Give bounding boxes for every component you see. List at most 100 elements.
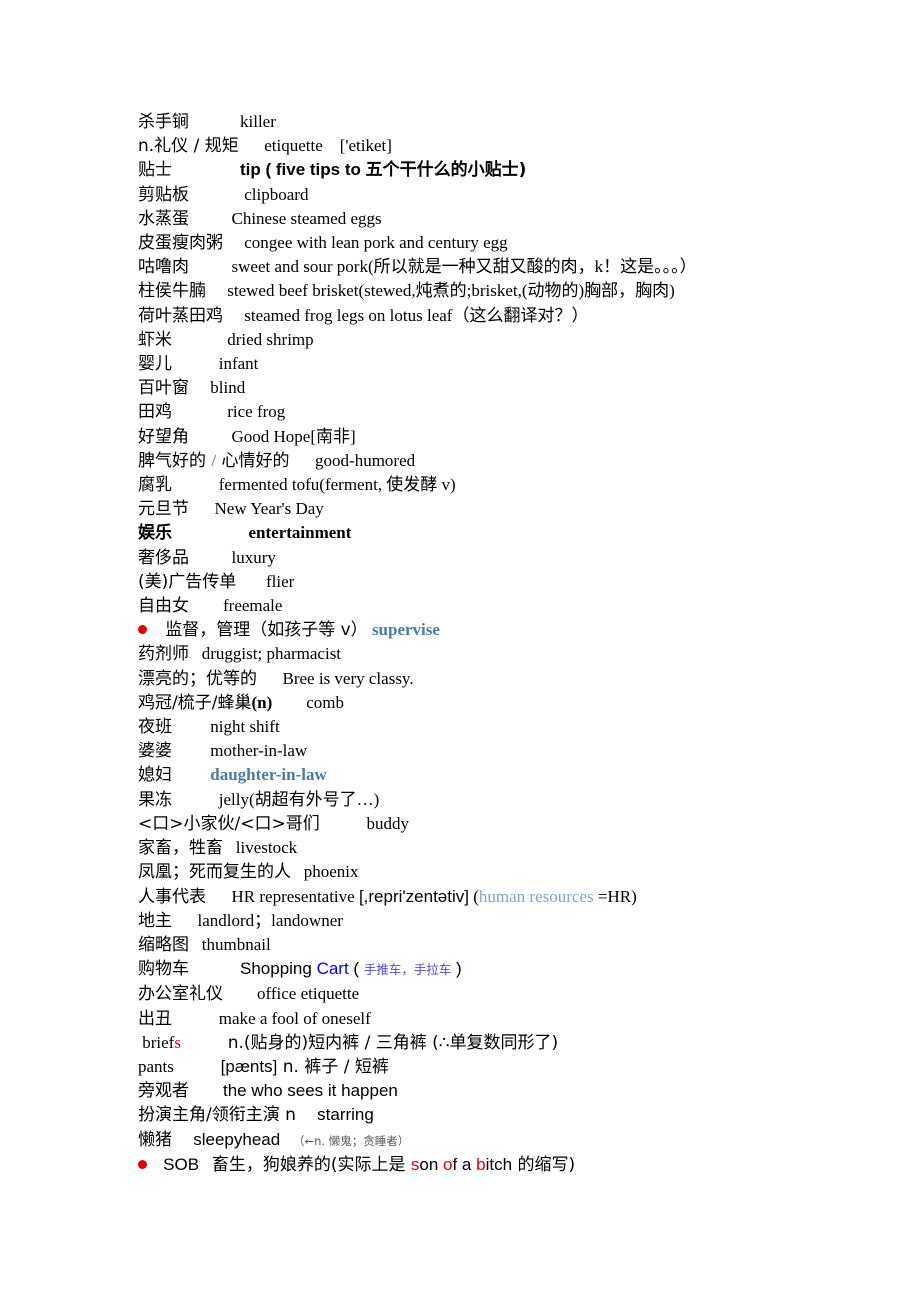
definition-en: stewed beef brisket(stewed,炖煮的;brisket,(… — [227, 281, 675, 301]
definition-en: make a fool of oneself — [218, 1008, 371, 1028]
entry-line: 贴士 tip ( five tips to 五个干什么的小贴士) — [138, 158, 920, 182]
definition-en: dried shrimp — [227, 329, 314, 349]
entry-line: 鸡冠/梳子/蜂巢(n) comb — [138, 691, 920, 715]
entry-line: 水蒸蛋 Chinese steamed eggs — [138, 207, 920, 231]
term-cn: 田鸡 — [138, 402, 172, 423]
note-expansion: human resources — [478, 886, 594, 906]
acronym-rest: f a — [452, 1154, 477, 1174]
term-cn: 鸡冠/梳子/蜂巢 — [138, 692, 252, 713]
acronym-rest: itch — [485, 1154, 513, 1174]
definition-en: supervise — [371, 620, 440, 640]
term-cn: 好望角 — [138, 426, 189, 447]
definition-note-cn: （←n. 懒鬼；贪睡者） — [292, 1133, 410, 1148]
term-cn: 懒猪 — [138, 1129, 172, 1150]
definition-en: tip ( five tips to — [240, 160, 366, 180]
term-cn: 婴儿 — [138, 354, 172, 375]
definition-en: landlord；landowner — [197, 910, 343, 930]
definition-en: etiquette — [264, 136, 323, 156]
definition-en: killer — [240, 112, 276, 131]
entry-line: 婴儿 infant — [138, 352, 920, 376]
definition-en: mother-in-law — [210, 741, 308, 761]
definition-en: thumbnail — [201, 934, 271, 954]
entry-line: 出丑 make a fool of oneself — [138, 1007, 920, 1031]
definition-en: clipboard — [244, 184, 309, 204]
term-cn: 出丑 — [138, 1008, 172, 1029]
entry-line: 地主 landlord；landowner — [138, 909, 920, 933]
term-cn: 缩略图 — [138, 934, 189, 955]
entry-line: 奢侈品 luxury — [138, 546, 920, 570]
definition-en: the who sees it happen — [223, 1081, 398, 1101]
term-cn: (美)广告传单 — [138, 571, 237, 592]
entry-line: 田鸡 rice frog — [138, 400, 920, 424]
term-cn: 柱侯牛腩 — [138, 281, 206, 302]
definition-en: sweet and sour pork(所以就是一种又甜又酸的肉，k！这是。。。… — [231, 257, 697, 277]
term-cn-b: 心情好的 — [216, 450, 290, 471]
definition-en: Chinese steamed eggs — [231, 208, 382, 228]
entry-line: 凤凰；死而复生的人 phoenix — [138, 860, 920, 884]
definition-en: luxury — [231, 547, 276, 567]
term-cn: 凤凰；死而复生的人 — [138, 862, 291, 883]
definition-en: rice frog — [227, 402, 286, 422]
entry-line: pants [pænts] n. 裤子 / 短裤 — [138, 1055, 920, 1079]
entry-line: <口>小家伙/<口>哥们 buddy — [138, 812, 920, 836]
term-cn: 婆婆 — [138, 741, 172, 762]
entry-line: 缩略图 thumbnail — [138, 933, 920, 957]
red-bullet-icon — [138, 625, 147, 635]
term-cn-a: 脾气好的 — [138, 450, 212, 471]
definition-en: New Year's Day — [214, 499, 324, 519]
term-cn: 杀手锏 — [138, 112, 189, 132]
entry-line: 百叶窗 blind — [138, 376, 920, 400]
entry-line: 杀手锏 killer — [138, 110, 920, 134]
term-cn: 办公室礼仪 — [138, 984, 223, 1005]
entry-line: 自由女 freemale — [138, 594, 920, 618]
definition-en: Good Hope[南非] — [231, 426, 356, 446]
paren-close: ) — [451, 959, 462, 979]
definition-en: buddy — [366, 813, 409, 833]
entry-line: 腐乳 fermented tofu(ferment, 使发酵 v) — [138, 473, 920, 497]
entry-line: 果冻 jelly(胡超有外号了…) — [138, 788, 920, 812]
definition-en: entertainment — [248, 523, 352, 543]
entry-line: 购物车 Shopping Cart ( 手推车，手拉车 ) — [138, 957, 920, 982]
definition-en: blind — [210, 378, 246, 398]
entry-line: 夜班 night shift — [138, 715, 920, 739]
definition-cn: n. 裤子 / 短裤 — [277, 1056, 389, 1077]
definition-en: comb — [306, 692, 345, 712]
definition-en: druggist; pharmacist — [201, 644, 342, 664]
term-cn: 媳妇 — [138, 765, 172, 786]
term-cn: 皮蛋瘦肉粥 — [138, 233, 223, 254]
term-cn: 水蒸蛋 — [138, 208, 189, 229]
definition-en: office etiquette — [257, 984, 360, 1004]
term-cn: 娱乐 — [138, 523, 172, 544]
term-acronym: SOB — [149, 1154, 200, 1174]
entry-line: (美)广告传单 flier — [138, 570, 920, 594]
red-bullet-icon — [138, 1159, 147, 1169]
term-cn: 人事代表 — [138, 886, 206, 907]
definition-en: starring — [317, 1105, 374, 1125]
term-cn: 漂亮的；优等的 — [138, 668, 257, 689]
acronym-expansion: son of a bitch — [411, 1155, 512, 1174]
entry-line: 漂亮的；优等的 Bree is very classy. — [138, 667, 920, 691]
paren-open: ( — [348, 959, 364, 979]
entry-line: 虾米 dried shrimp — [138, 328, 920, 352]
